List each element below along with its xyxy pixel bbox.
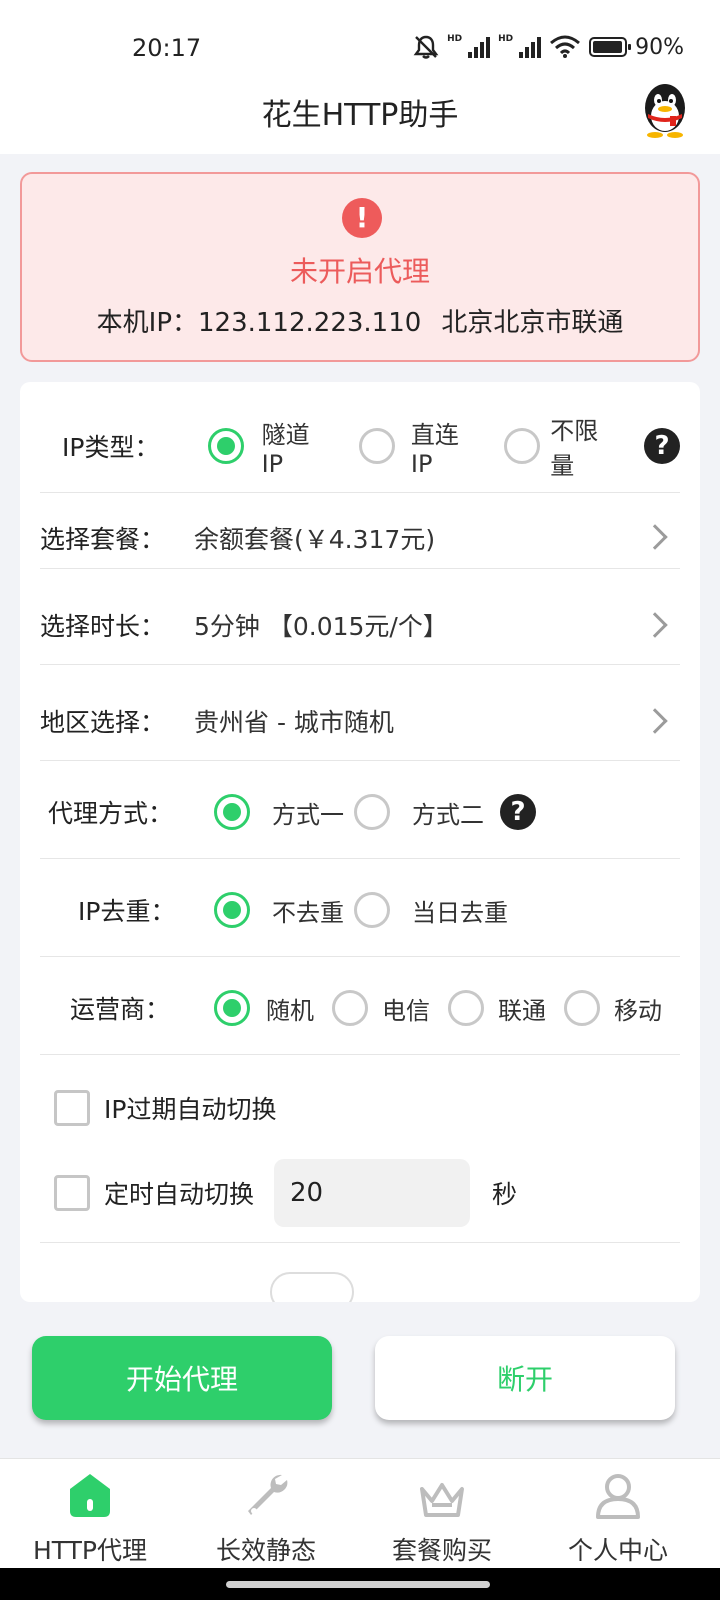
basket-icon (420, 1483, 464, 1517)
radio-carrier-telecom[interactable] (332, 990, 368, 1026)
expire-switch-row[interactable]: IP过期自动切换 (40, 1088, 680, 1128)
option-unlimited[interactable]: 不限量 (550, 411, 622, 481)
divider (40, 956, 680, 957)
bottom-tab-bar: HTTP代理 长效静态 套餐购买 个人中心 (0, 1458, 720, 1568)
carrier-label: 运营商： (70, 995, 171, 1024)
option-carrier-telecom[interactable]: 电信 (382, 991, 430, 1026)
option-carrier-random[interactable]: 随机 (266, 991, 314, 1026)
chevron-right-icon (642, 708, 668, 734)
proxy-status-alert: ! 未开启代理 本机IP：123.112.223.110 北京北京市联通 (20, 172, 700, 362)
carrier-row: 运营商： 随机 电信 联通 移动 (40, 986, 680, 1030)
warning-icon: ! (342, 198, 382, 238)
proxy-mode-help-icon[interactable]: ? (500, 794, 536, 830)
battery-icon (589, 37, 632, 57)
chevron-right-icon (642, 612, 668, 638)
toggle-switch[interactable] (270, 1272, 354, 1302)
ip-type-help-icon[interactable]: ? (644, 428, 680, 464)
divider (40, 858, 680, 859)
option-direct-ip[interactable]: 直连IP (411, 415, 480, 478)
divider (40, 1242, 680, 1243)
ip-type-row: IP类型： 隧道IP 直连IP 不限量 ? (40, 417, 680, 480)
local-ip: 本机IP：123.112.223.110 (96, 308, 422, 338)
page-title: 花生HTTP助手 (261, 98, 459, 133)
radio-carrier-mobile[interactable] (564, 990, 600, 1026)
radio-tunnel-ip[interactable] (207, 428, 244, 464)
tab-label: 套餐购买 (391, 1536, 492, 1565)
signal-icon (468, 36, 491, 58)
tab-http-proxy[interactable]: HTTP代理 (0, 1459, 180, 1569)
tab-label: 个人中心 (567, 1536, 668, 1565)
option-mode-two[interactable]: 方式二 (412, 795, 484, 830)
start-proxy-button[interactable]: 开始代理 (32, 1336, 332, 1420)
qq-penguin-icon[interactable] (640, 82, 690, 138)
status-bar: 20:17 HD HD 90% (0, 0, 720, 80)
option-tunnel-ip[interactable]: 隧道IP (262, 415, 331, 478)
expire-switch-checkbox[interactable] (54, 1090, 90, 1126)
chevron-right-icon (642, 524, 668, 550)
app-bar: 花生HTTP助手 (0, 80, 720, 154)
dedupe-row: IP去重： 不去重 当日去重 (40, 888, 680, 932)
radio-no-dedupe[interactable] (214, 892, 250, 928)
ip-type-label: IP类型： (62, 433, 160, 462)
timer-unit: 秒 (492, 1180, 518, 1209)
option-mode-one[interactable]: 方式一 (272, 795, 344, 830)
timer-switch-checkbox[interactable] (54, 1175, 90, 1211)
system-nav-bar (0, 1568, 720, 1600)
wrench-icon (248, 1474, 288, 1515)
radio-direct-ip[interactable] (358, 428, 395, 464)
timer-switch-row: 定时自动切换 秒 (40, 1158, 680, 1228)
radio-carrier-unicom[interactable] (448, 990, 484, 1026)
mute-icon (413, 35, 439, 59)
divider (40, 664, 680, 665)
status-icons: HD HD 90% (413, 34, 684, 60)
divider (40, 568, 680, 569)
disconnect-button[interactable]: 断开 (375, 1336, 675, 1420)
radio-daily-dedupe[interactable] (354, 892, 390, 928)
user-icon (596, 1474, 640, 1519)
dedupe-label: IP去重： (78, 897, 176, 926)
package-value: 余额套餐(￥4.317元) (194, 525, 436, 554)
duration-value: 5分钟 【0.015元/个】 (194, 612, 448, 641)
signal-icon (519, 36, 542, 58)
proxy-mode-label: 代理方式： (48, 799, 174, 828)
proxy-status-text: 未开启代理 (289, 255, 430, 288)
divider (40, 1054, 680, 1055)
radio-mode-two[interactable] (354, 794, 390, 830)
clock: 20:17 (132, 34, 202, 62)
proxy-mode-row: 代理方式： 方式一 方式二 ? (40, 790, 680, 834)
region-value: 贵州省 - 城市随机 (194, 708, 394, 737)
region-row[interactable]: 地区选择： 贵州省 - 城市随机 (40, 696, 680, 746)
timer-switch-label[interactable]: 定时自动切换 (104, 1175, 254, 1211)
radio-carrier-random[interactable] (214, 990, 250, 1026)
local-ip-line: 本机IP：123.112.223.110 北京北京市联通 (22, 302, 698, 339)
option-daily-dedupe[interactable]: 当日去重 (412, 893, 508, 928)
option-no-dedupe[interactable]: 不去重 (272, 893, 344, 928)
home-icon (70, 1474, 110, 1517)
divider (40, 760, 680, 761)
hd-label: HD (447, 34, 463, 44)
tab-label: 长效静态 (215, 1536, 316, 1565)
package-label: 选择套餐： (40, 525, 166, 554)
proxy-settings-card: IP类型： 隧道IP 直连IP 不限量 ? 选择套餐： 余额套餐(￥4.317元… (20, 382, 700, 1302)
radio-unlimited[interactable] (504, 428, 541, 464)
divider (40, 492, 680, 493)
ip-location: 北京北京市联通 (441, 308, 624, 338)
expire-switch-label[interactable]: IP过期自动切换 (104, 1090, 276, 1126)
home-gesture-handle[interactable] (226, 1581, 490, 1588)
region-label: 地区选择： (40, 708, 166, 737)
duration-row[interactable]: 选择时长： 5分钟 【0.015元/个】 (40, 600, 680, 650)
tab-label: HTTP代理 (33, 1536, 147, 1565)
tab-buy-package[interactable]: 套餐购买 (352, 1459, 532, 1569)
battery-level: 90% (635, 34, 684, 60)
option-carrier-mobile[interactable]: 移动 (614, 991, 662, 1026)
duration-label: 选择时长： (40, 612, 166, 641)
timer-seconds-input[interactable] (274, 1159, 471, 1227)
package-row[interactable]: 选择套餐： 余额套餐(￥4.317元) (40, 508, 680, 568)
option-carrier-unicom[interactable]: 联通 (498, 991, 546, 1026)
tab-long-static[interactable]: 长效静态 (176, 1459, 356, 1569)
radio-mode-one[interactable] (214, 794, 250, 830)
tab-profile[interactable]: 个人中心 (528, 1459, 708, 1569)
wifi-icon (550, 35, 581, 58)
hd-label: HD (498, 34, 514, 44)
